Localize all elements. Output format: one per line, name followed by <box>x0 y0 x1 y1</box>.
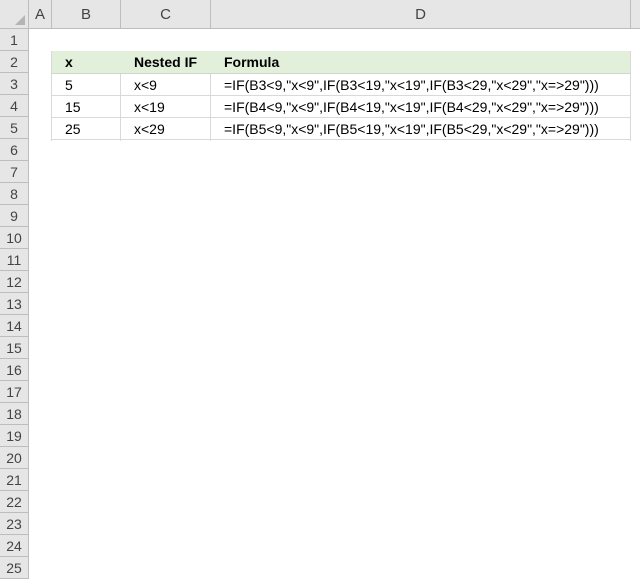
table-divider-b-c <box>120 74 121 141</box>
table-cell-nested-if[interactable]: x<29 <box>121 118 211 140</box>
row-header[interactable]: 4 <box>0 95 29 117</box>
table-cell-formula[interactable]: =IF(B5<9,"x<9",IF(B5<19,"x<19",IF(B5<29,… <box>211 118 631 140</box>
row-header[interactable]: 13 <box>0 293 29 315</box>
row-header[interactable]: 21 <box>0 469 29 491</box>
row-header[interactable]: 25 <box>0 557 29 579</box>
table-cell-x[interactable]: 25 <box>52 118 121 140</box>
row-header[interactable]: 11 <box>0 249 29 271</box>
table-cell-nested-if[interactable]: x<19 <box>121 96 211 118</box>
table-border-left <box>51 51 52 141</box>
select-all-corner[interactable] <box>0 0 29 29</box>
row-header[interactable]: 12 <box>0 271 29 293</box>
table-border-right <box>630 51 631 141</box>
column-header-c[interactable]: C <box>121 0 211 29</box>
column-header-b[interactable]: B <box>52 0 121 29</box>
column-header-a[interactable]: A <box>29 0 52 29</box>
select-all-triangle-icon <box>15 15 25 25</box>
row-header[interactable]: 3 <box>0 73 29 95</box>
header-cell-formula[interactable]: Formula <box>211 51 631 74</box>
row-header[interactable]: 23 <box>0 513 29 535</box>
row-header[interactable]: 16 <box>0 359 29 381</box>
table-cell-formula[interactable]: =IF(B3<9,"x<9",IF(B3<19,"x<19",IF(B3<29,… <box>211 74 631 96</box>
row-header[interactable]: 18 <box>0 403 29 425</box>
row-header[interactable]: 1 <box>0 29 29 51</box>
row-header[interactable]: 19 <box>0 425 29 447</box>
row-header[interactable]: 2 <box>0 51 29 73</box>
row-header[interactable]: 15 <box>0 337 29 359</box>
column-header-d[interactable]: D <box>211 0 631 29</box>
row-header[interactable]: 10 <box>0 227 29 249</box>
row-header[interactable]: 24 <box>0 535 29 557</box>
table-cell-nested-if[interactable]: x<9 <box>121 74 211 96</box>
table-cell-formula[interactable]: =IF(B4<9,"x<9",IF(B4<19,"x<19",IF(B4<29,… <box>211 96 631 118</box>
row-header[interactable]: 14 <box>0 315 29 337</box>
column-header-e[interactable] <box>631 0 640 29</box>
table-cell-x[interactable]: 5 <box>52 74 121 96</box>
spreadsheet: A B C D 1 2 3 4 5 6 7 8 9 10 11 12 13 14 15 16 17 18 19 20 2… <box>0 0 640 579</box>
header-cell-x[interactable]: x <box>52 51 121 74</box>
row-header[interactable]: 9 <box>0 205 29 227</box>
header-cell-nested-if[interactable]: Nested IF <box>121 51 211 74</box>
row-header[interactable]: 6 <box>0 139 29 161</box>
row-header[interactable]: 17 <box>0 381 29 403</box>
table-cell-x[interactable]: 15 <box>52 96 121 118</box>
row-header[interactable]: 20 <box>0 447 29 469</box>
table-divider-c-d <box>210 74 211 141</box>
row-header[interactable]: 7 <box>0 161 29 183</box>
row-header[interactable]: 22 <box>0 491 29 513</box>
row-header[interactable]: 8 <box>0 183 29 205</box>
row-header[interactable]: 5 <box>0 117 29 139</box>
